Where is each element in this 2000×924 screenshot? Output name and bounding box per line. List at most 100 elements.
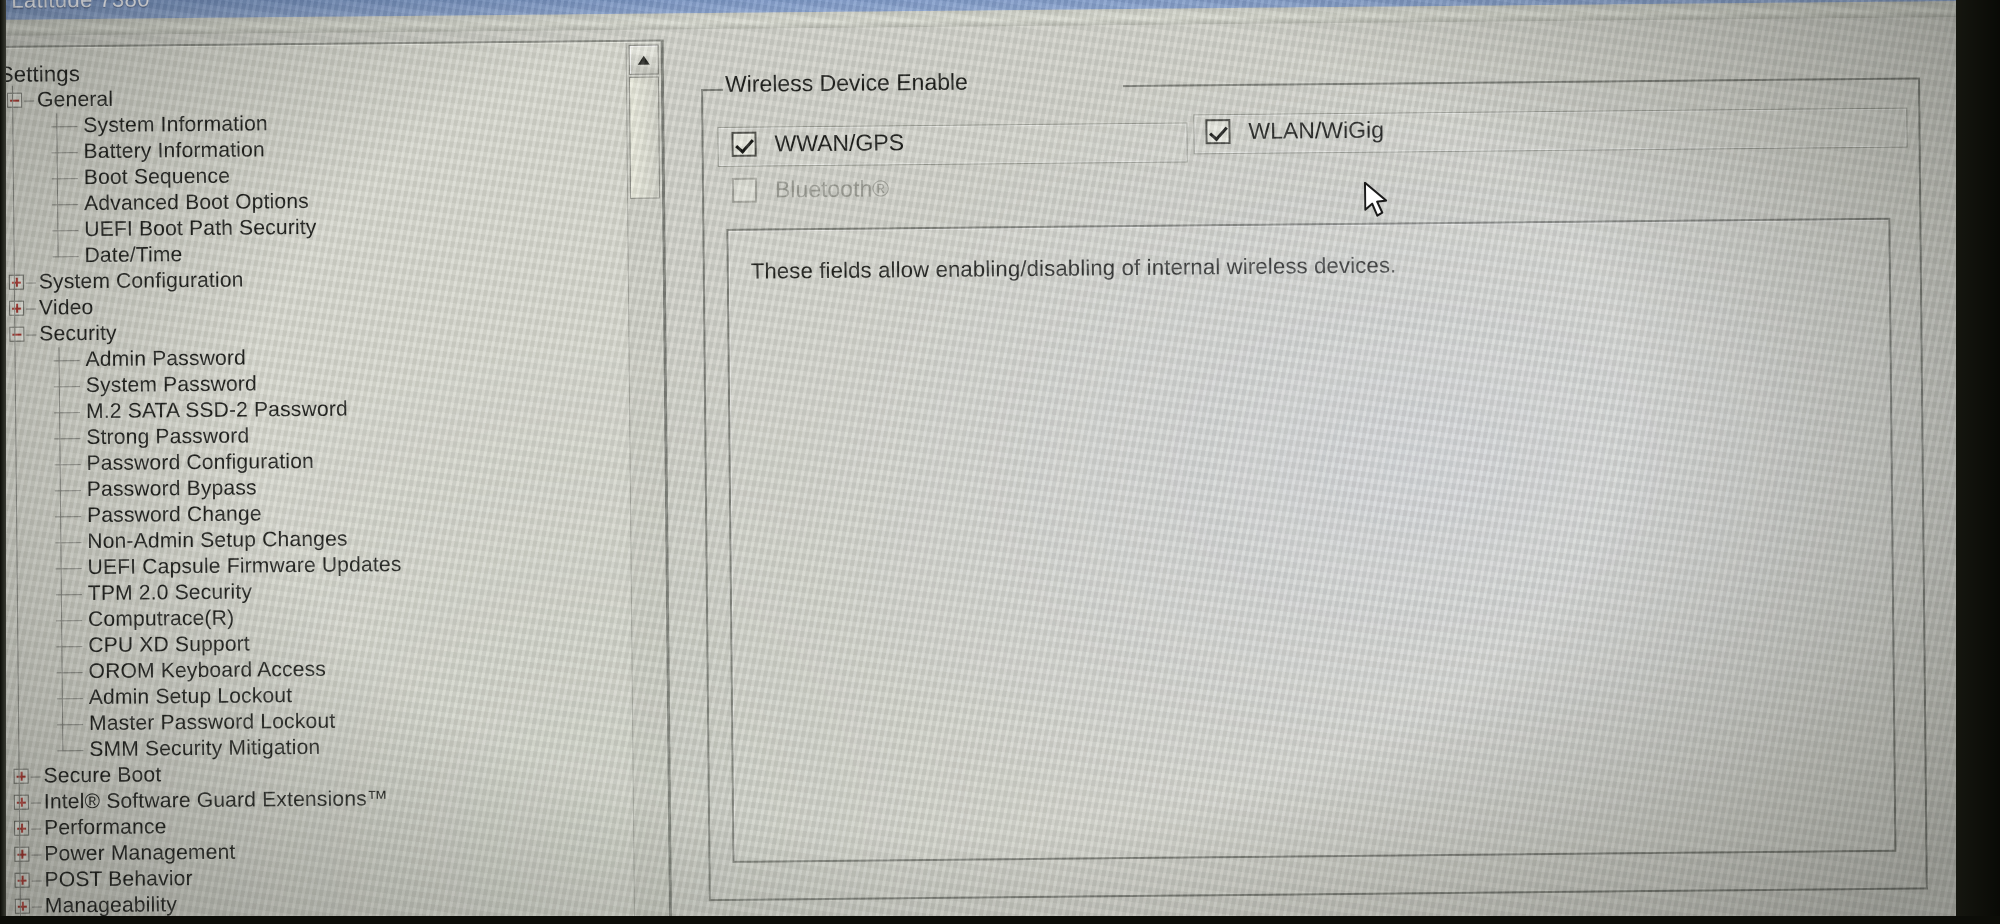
sidebar-item-label: System Configuration [38,268,244,294]
tree-connector [51,178,78,180]
tree-connector [31,880,42,882]
sidebar-item-label: Advanced Boot Options [84,189,310,216]
bezel-bottom [0,916,2000,924]
sidebar-item-label: Password Change [86,502,262,528]
bluetooth-checkbox [731,177,758,203]
sidebar-item-label: Password Bypass [86,476,257,502]
wwan-gps-checkbox[interactable] [731,131,757,157]
collapse-icon[interactable] [7,92,23,108]
sidebar-item-label: Admin Setup Lockout [88,684,293,710]
tree-connector [54,490,81,492]
expand-icon[interactable] [8,274,24,290]
sidebar-item-label: SMM Security Mitigation [89,735,321,762]
expand-icon[interactable] [14,820,30,836]
checkbox-row-wlan-wigig[interactable]: WLAN/WiGig [1205,117,1384,146]
tree-connector [55,542,82,544]
tree-connector [51,126,78,128]
expand-icon[interactable] [9,300,25,316]
sidebar-item-label: Security [39,321,117,346]
tree-connector [57,724,84,726]
tree-connector [26,334,37,336]
wireless-device-enable-group: Wireless Device Enable WWAN/GPS WLAN/WiG… [701,69,1928,902]
expand-icon[interactable] [14,898,30,914]
sidebar-item-label: Non-Admin Setup Changes [87,527,348,554]
tree-connector [55,516,82,518]
tree-connector [52,204,79,206]
settings-tree-panel: Settings General System Information Batter… [0,39,673,924]
group-title: Wireless Device Enable [724,68,968,97]
expand-icon[interactable] [14,846,30,862]
sidebar-item-label: Video [39,295,94,320]
sidebar-item-label: Computrace(R) [87,606,235,632]
wwan-gps-label: WWAN/GPS [774,129,905,157]
tree-connector [30,802,41,804]
expand-icon[interactable] [13,768,29,784]
tree-connector [30,776,41,778]
description-panel: These fields allow enabling/disabling of… [726,217,1897,863]
sidebar-item-label: M.2 SATA SSD-2 Password [85,397,348,424]
expand-icon[interactable] [13,794,29,810]
wlan-wigig-label: WLAN/WiGig [1248,116,1385,144]
description-text: These fields allow enabling/disabling of… [750,252,1397,284]
tree-connector [53,386,80,388]
tree-connector [57,750,84,752]
sidebar-item-label: UEFI Boot Path Security [84,215,317,242]
tree-connector [52,230,79,232]
setup-body: Settings General System Information Batter… [0,16,1976,924]
sidebar-item-label: POST Behavior [44,867,193,892]
settings-tree: Settings General System Information Batter… [0,42,633,924]
expand-icon[interactable] [14,872,30,888]
tree-connector [56,698,83,700]
sidebar-item-label: Boot Sequence [83,164,231,190]
tree-connector [24,100,35,102]
settings-tree-scroll-area: Settings General System Information Batter… [0,42,633,924]
sidebar-item-label: Secure Boot [43,763,162,788]
sidebar-item-label: OROM Keyboard Access [88,657,327,684]
settings-tree-scrollbar[interactable] [625,42,668,917]
tree-connector [52,256,79,258]
sidebar-item-label: System Password [85,372,258,398]
tree-connector [31,828,42,830]
tree-connector [51,152,78,154]
scrollbar-thumb[interactable] [628,76,661,199]
bezel-left [0,0,6,924]
bios-setup-screen: ll Latitude 7380 Settings GeneralSystem … [0,0,1976,924]
tree-connector [54,438,81,440]
window-title: ll Latitude 7380 [0,0,150,14]
sidebar-item-label: Battery Information [83,138,265,164]
group-border-right-segment [1123,77,1921,88]
tree-connector [56,672,83,674]
sidebar-item-label: System Information [83,112,268,138]
sidebar-item-label: Performance [43,815,167,840]
sidebar-item-label: Power Management [44,840,236,866]
tree-connector [55,568,82,570]
tree-connector [25,282,36,284]
sidebar-item-label: Date/Time [84,243,183,268]
checkbox-row-wwan-gps[interactable]: WWAN/GPS [731,129,904,158]
sidebar-item-label: Intel® Software Guard Extensions™ [43,787,389,814]
sidebar-item-label: UEFI Capsule Firmware Updates [87,553,402,580]
main-content: Wireless Device Enable WWAN/GPS WLAN/WiG… [687,31,1953,915]
tree-connector [54,464,81,466]
sidebar-item-label: CPU XD Support [88,632,250,658]
sidebar-item-label: Password Configuration [86,449,315,476]
bezel-right [1956,0,2000,924]
tree-connector [31,906,42,908]
screen-photo: ll Latitude 7380 Settings GeneralSystem … [0,0,2000,924]
tree-connector [56,620,83,622]
tree-connector [56,646,83,648]
tree-connector [55,594,82,596]
sidebar-item-label: Admin Password [85,346,247,372]
tree-connector [54,412,81,414]
sidebar-item-label: TPM 2.0 Security [87,580,253,606]
tree-connector [26,308,37,310]
checkbox-row-bluetooth: Bluetooth® [731,175,890,204]
scroll-up-arrow-icon[interactable] [628,44,659,75]
tree-connector [53,360,80,362]
wlan-wigig-checkbox[interactable] [1205,119,1231,145]
sidebar-item-label: General [37,87,114,112]
collapse-icon[interactable] [9,326,25,342]
bluetooth-label: Bluetooth® [774,175,890,203]
sidebar-item-label: Strong Password [86,424,250,450]
sidebar-item-label: Master Password Lockout [88,709,336,736]
